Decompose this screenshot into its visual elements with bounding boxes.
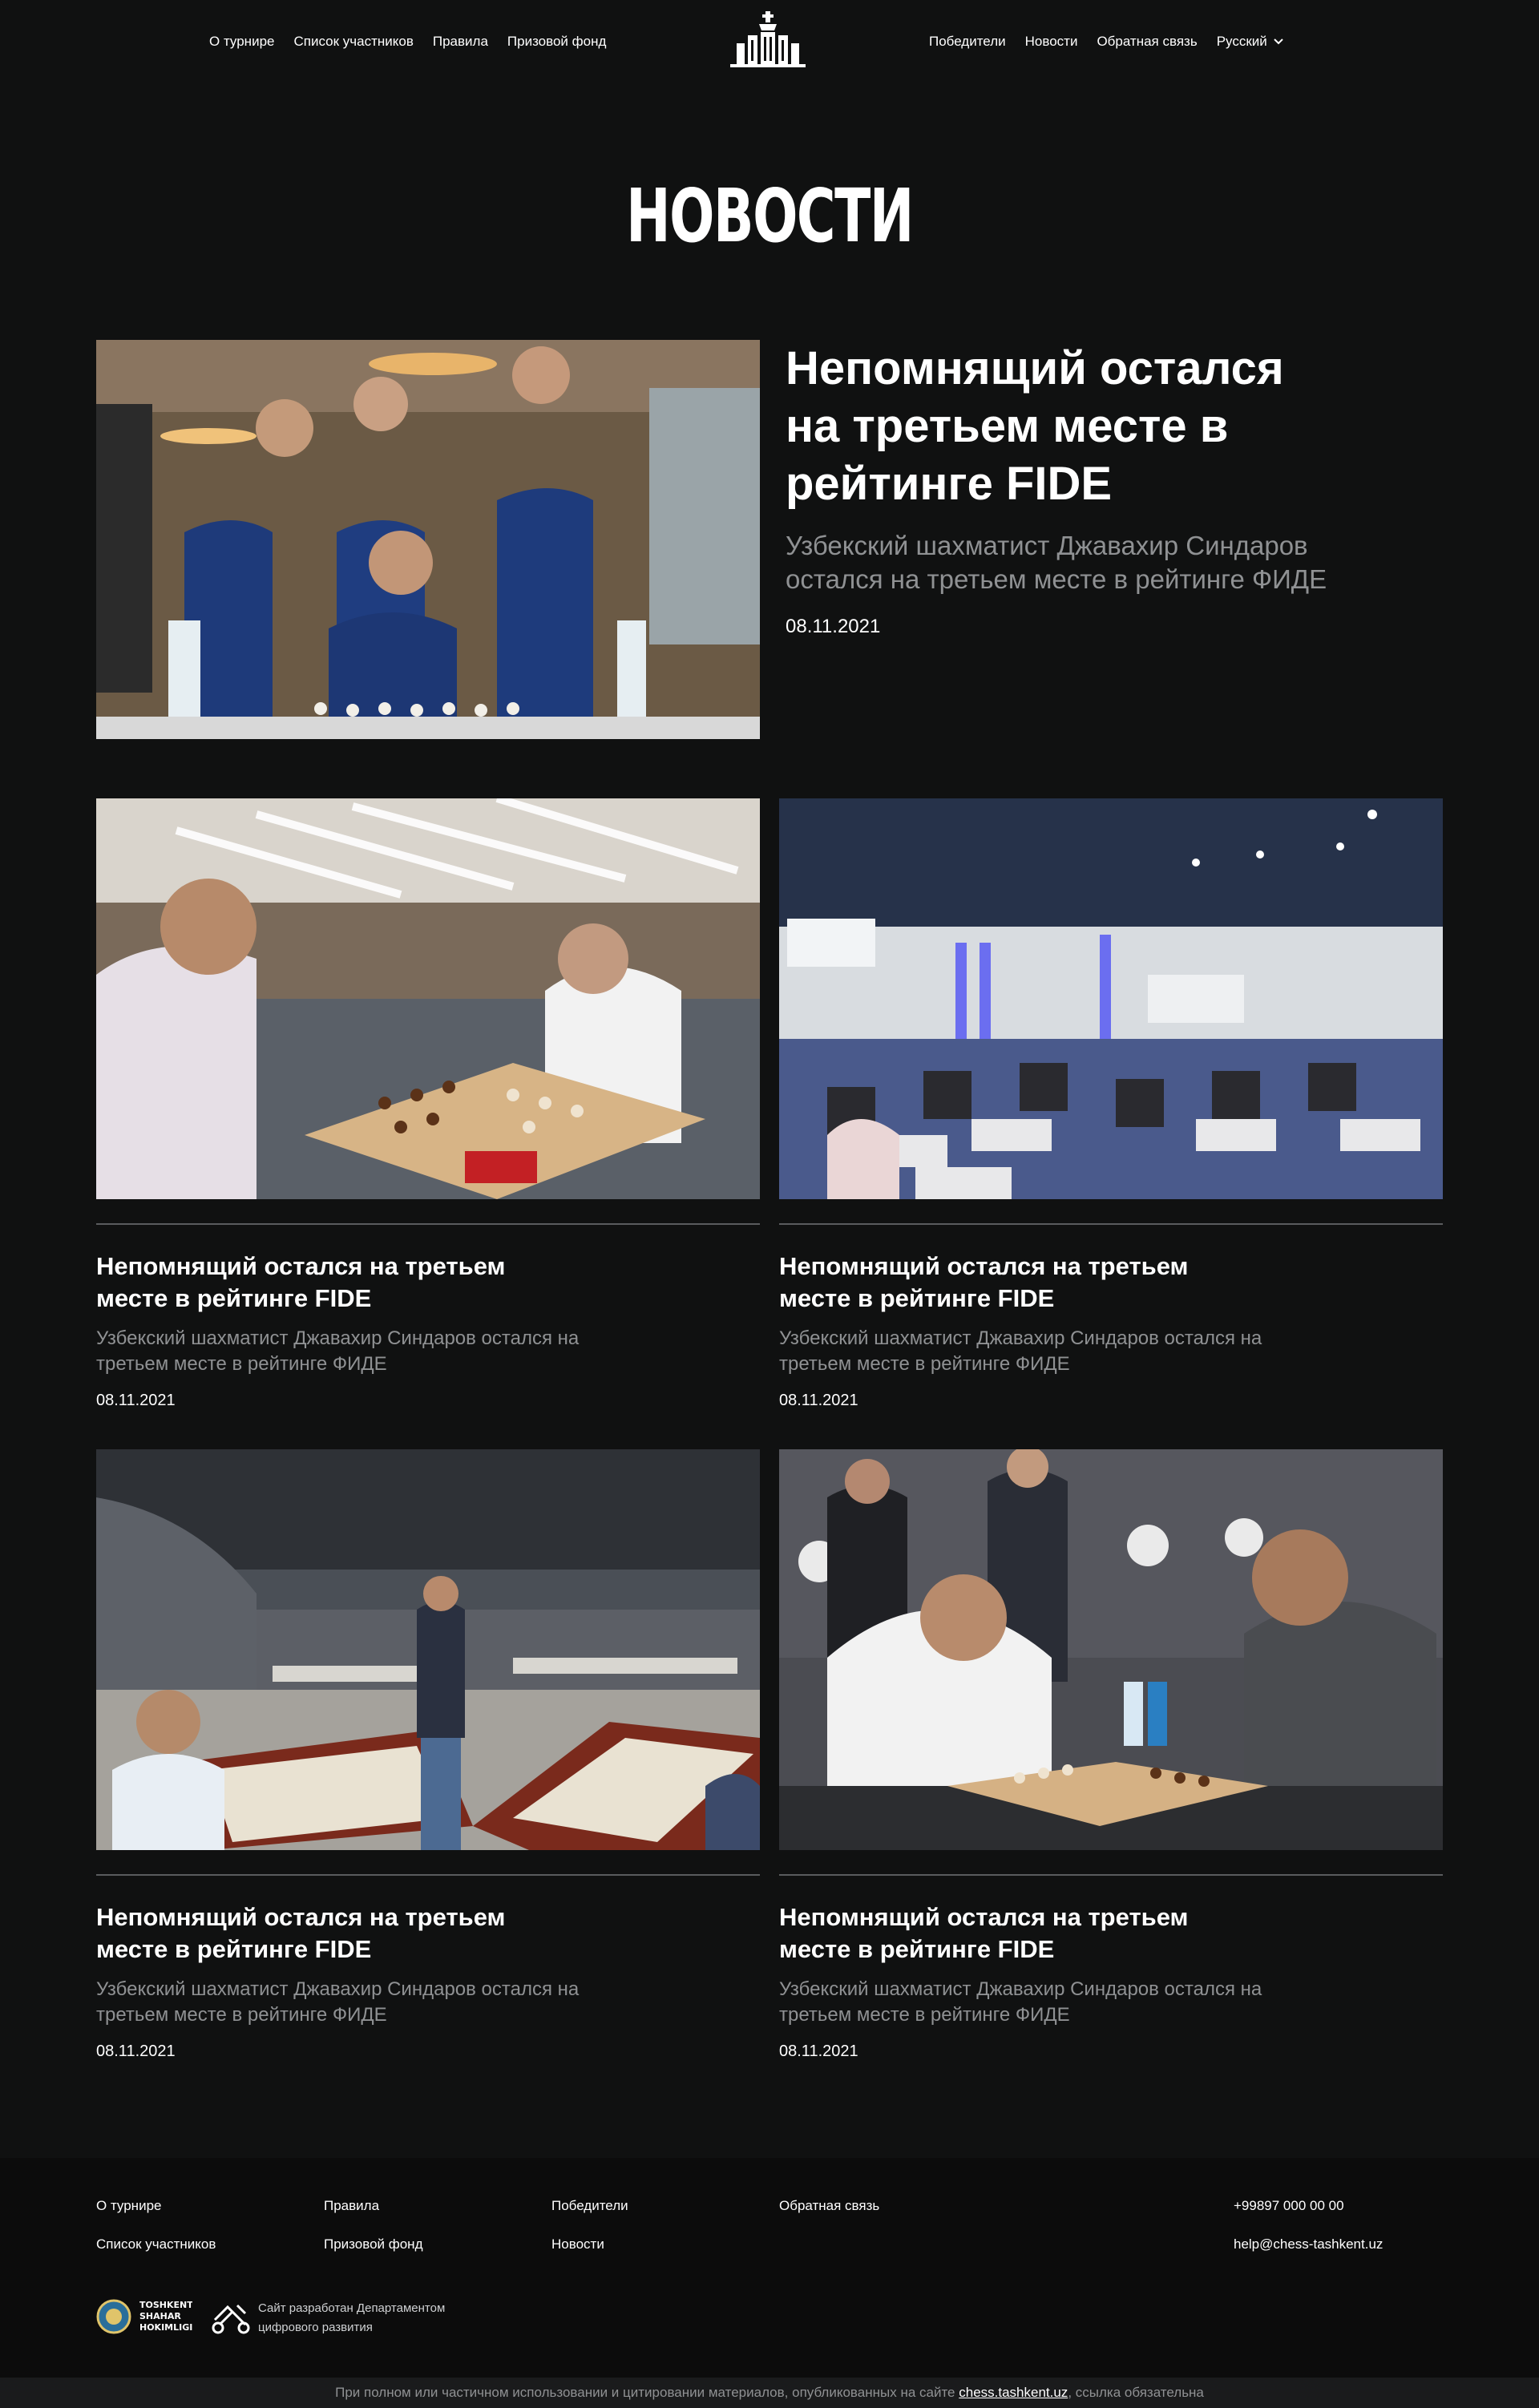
news-card-title[interactable]: Непомнящий остался на третьем месте в ре… <box>779 1901 1228 1966</box>
news-card-date: 08.11.2021 <box>96 2042 176 2060</box>
footer-link-prize-fund[interactable]: Призовой фонд <box>324 2236 423 2252</box>
nav-about[interactable]: О турнире <box>209 32 274 51</box>
site-footer: О турнире Список участников Правила Приз… <box>0 2158 1539 2408</box>
card-divider <box>96 1874 760 1876</box>
featured-news-image[interactable] <box>96 340 760 739</box>
footer-phone[interactable]: +99897 000 00 00 <box>1234 2198 1344 2214</box>
featured-news-date: 08.11.2021 <box>786 616 881 637</box>
developer-credit: Сайт разработан Департаментом цифрового … <box>258 2301 446 2334</box>
language-label: Русский <box>1216 34 1267 49</box>
footer-link-news[interactable]: Новости <box>551 2236 604 2252</box>
svg-text:TOSHKENT: TOSHKENT <box>139 2300 192 2310</box>
page-title: НОВОСТИ <box>626 173 914 259</box>
news-card-description: Узбекский шахматист Джавахир Синдаров ос… <box>96 1327 580 1375</box>
site-header: О турнире Список участников Правила Приз… <box>0 0 1539 83</box>
news-card-image[interactable] <box>96 1449 760 1850</box>
card-divider <box>96 1223 760 1225</box>
footer-email[interactable]: help@chess-tashkent.uz <box>1234 2236 1383 2252</box>
copyright-bar: При полном или частичном использовании и… <box>0 2378 1539 2408</box>
language-selector[interactable]: Русский <box>1217 32 1283 51</box>
svg-text:HOKIMLIGI: HOKIMLIGI <box>139 2322 192 2333</box>
news-card-image[interactable] <box>779 1449 1443 1850</box>
card-divider <box>779 1223 1443 1225</box>
main-nav-left: О турнире Список участников Правила Приз… <box>209 32 606 51</box>
svg-text:SHAHAR: SHAHAR <box>139 2311 181 2321</box>
nav-rules[interactable]: Правила <box>433 32 488 51</box>
news-card-date: 08.11.2021 <box>779 2042 858 2060</box>
main-nav-right: Победители Новости Обратная связь Русски… <box>929 32 1283 51</box>
footer-link-about[interactable]: О турнире <box>96 2198 161 2214</box>
featured-news-title[interactable]: Непомнящий остался на третьем месте в ре… <box>786 340 1347 513</box>
footer-link-winners[interactable]: Победители <box>551 2198 628 2214</box>
featured-news-description: Узбекский шахматист Джавахир Синдаров ос… <box>786 531 1327 594</box>
news-card-description: Узбекский шахматист Джавахир Синдаров ос… <box>779 1978 1262 2026</box>
digital-department-logo-icon <box>208 2297 252 2337</box>
news-card-title[interactable]: Непомнящий остался на третьем месте в ре… <box>96 1901 545 1966</box>
nav-prize-fund[interactable]: Призовой фонд <box>507 32 607 51</box>
copyright-prefix: При полном или частичном использовании и… <box>335 2385 959 2400</box>
chess-king-building-logo-icon[interactable] <box>724 10 812 71</box>
footer-link-rules[interactable]: Правила <box>324 2198 379 2214</box>
chevron-down-icon <box>1274 38 1283 45</box>
news-card-date: 08.11.2021 <box>779 1392 858 1409</box>
news-card-date: 08.11.2021 <box>96 1392 176 1409</box>
news-card-description: Узбекский шахматист Джавахир Синдаров ос… <box>96 1978 580 2026</box>
toshkent-hokimligi-logo[interactable]: TOSHKENT SHAHAR HOKIMLIGI <box>96 2296 193 2337</box>
nav-participants[interactable]: Список участников <box>293 32 413 51</box>
news-card-title[interactable]: Непомнящий остался на третьем месте в ре… <box>96 1250 545 1315</box>
news-card-image[interactable] <box>779 798 1443 1199</box>
nav-news[interactable]: Новости <box>1025 32 1078 51</box>
news-card-image[interactable] <box>96 798 760 1199</box>
footer-link-participants[interactable]: Список участников <box>96 2236 216 2252</box>
footer-link-feedback[interactable]: Обратная связь <box>779 2198 879 2214</box>
copyright-suffix: , ссылка обязательна <box>1068 2385 1204 2400</box>
card-divider <box>779 1874 1443 1876</box>
news-card-title[interactable]: Непомнящий остался на третьем месте в ре… <box>779 1250 1228 1315</box>
nav-feedback[interactable]: Обратная связь <box>1097 32 1197 51</box>
copyright-site-link[interactable]: chess.tashkent.uz <box>959 2385 1068 2400</box>
nav-winners[interactable]: Победители <box>929 32 1006 51</box>
news-card-description: Узбекский шахматист Джавахир Синдаров ос… <box>779 1327 1262 1375</box>
